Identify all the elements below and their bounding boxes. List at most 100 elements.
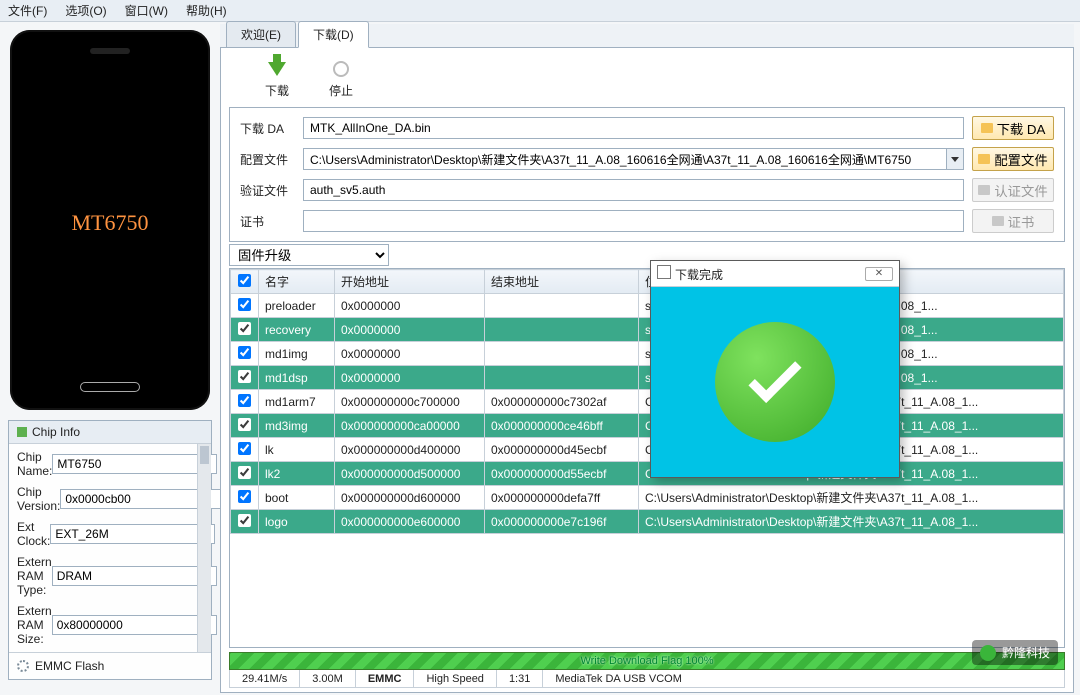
status-panel: Write Download Flag 100% 29.41M/s 3.00M … — [229, 652, 1065, 688]
row-start: 0x0000000 — [335, 294, 485, 318]
row-checkbox[interactable] — [238, 490, 251, 503]
row-start: 0x000000000d400000 — [335, 438, 485, 462]
phone-speaker — [90, 48, 130, 54]
row-start: 0x000000000c700000 — [335, 390, 485, 414]
th-end[interactable]: 结束地址 — [485, 270, 639, 294]
menu-options[interactable]: 选项(O) — [65, 2, 106, 19]
cfg-browse-button[interactable]: 配置文件 — [972, 147, 1054, 171]
cfg-label: 配置文件 — [240, 151, 295, 168]
cert-input[interactable] — [303, 210, 964, 232]
download-button-label: 下载 — [265, 82, 289, 99]
menu-help[interactable]: 帮助(H) — [186, 2, 227, 19]
tab-welcome[interactable]: 欢迎(E) — [226, 21, 296, 47]
table-row[interactable]: recovery 0x0000000 s\Administrator\Deskt… — [231, 318, 1064, 342]
row-end — [485, 294, 639, 318]
status-storage: EMMC — [356, 670, 415, 687]
row-name: md1img — [259, 342, 335, 366]
row-end: 0x000000000defa7ff — [485, 486, 639, 510]
gear-icon — [17, 660, 29, 672]
menubar: 文件(F) 选项(O) 窗口(W) 帮助(H) — [0, 0, 1080, 22]
partition-table: 名字 开始地址 结束地址 位置 preloader 0x0000000 s\Ad… — [229, 268, 1065, 648]
firmware-mode-select[interactable]: 固件升级 — [229, 244, 389, 266]
ram-type-label: Extern RAM Type: — [17, 555, 52, 597]
row-start: 0x0000000 — [335, 342, 485, 366]
folder-icon — [978, 185, 990, 195]
tabs-bar: 欢迎(E) 下载(D) — [220, 24, 1074, 48]
row-checkbox[interactable] — [238, 442, 251, 455]
row-name: md3img — [259, 414, 335, 438]
modal-icon — [657, 265, 671, 279]
ram-type-input[interactable] — [52, 566, 217, 586]
arrow-down-icon — [268, 62, 286, 76]
row-checkbox[interactable] — [238, 322, 251, 335]
row-checkbox[interactable] — [238, 298, 251, 311]
success-check-icon — [715, 322, 835, 442]
chip-name-label: Chip Name: — [17, 450, 52, 478]
close-icon: ✕ — [875, 268, 883, 279]
row-name: lk — [259, 438, 335, 462]
emmc-flash-label: EMMC Flash — [35, 659, 104, 673]
row-end: 0x000000000c7302af — [485, 390, 639, 414]
cfg-dropdown-button[interactable] — [946, 148, 964, 170]
row-checkbox[interactable] — [238, 346, 251, 359]
row-loc: C:\Users\Administrator\Desktop\新建文件夹\A37… — [639, 510, 1064, 534]
menu-file[interactable]: 文件(F) — [8, 2, 47, 19]
ext-clock-label: Ext Clock: — [17, 520, 50, 548]
cfg-input[interactable] — [303, 148, 946, 170]
th-start[interactable]: 开始地址 — [335, 270, 485, 294]
table-row[interactable]: lk 0x000000000d400000 0x000000000d45ecbf… — [231, 438, 1064, 462]
row-end — [485, 366, 639, 390]
table-row[interactable]: preloader 0x0000000 s\Administrator\Desk… — [231, 294, 1064, 318]
status-port: MediaTek DA USB VCOM — [543, 670, 1064, 687]
ext-clock-input[interactable] — [50, 524, 215, 544]
modal-close-button[interactable]: ✕ — [865, 267, 893, 281]
table-row[interactable]: md1arm7 0x000000000c700000 0x000000000c7… — [231, 390, 1064, 414]
download-button[interactable]: 下载 — [265, 58, 289, 99]
status-speed: 29.41M/s — [230, 670, 300, 687]
status-mode: High Speed — [414, 670, 497, 687]
row-checkbox[interactable] — [238, 370, 251, 383]
chip-name-input[interactable] — [52, 454, 217, 474]
tab-download[interactable]: 下载(D) — [298, 21, 369, 48]
row-checkbox[interactable] — [238, 418, 251, 431]
status-size: 3.00M — [300, 670, 356, 687]
ram-size-input[interactable] — [52, 615, 217, 635]
th-name[interactable]: 名字 — [259, 270, 335, 294]
progress-label: Write Download Flag 100% — [230, 653, 1064, 669]
row-checkbox[interactable] — [238, 514, 251, 527]
chip-info-title: Chip Info — [32, 425, 80, 439]
cert-browse-button[interactable]: 证书 — [972, 209, 1054, 233]
row-start: 0x0000000 — [335, 318, 485, 342]
row-start: 0x000000000e600000 — [335, 510, 485, 534]
da-label: 下载 DA — [240, 120, 295, 137]
stop-icon — [333, 61, 349, 77]
table-row[interactable]: md1img 0x0000000 s\Administrator\Desktop… — [231, 342, 1064, 366]
phone-preview: MT6750 — [10, 30, 210, 410]
row-end: 0x000000000ce46bff — [485, 414, 639, 438]
chip-info-scrollbar[interactable] — [197, 444, 211, 652]
menu-window[interactable]: 窗口(W) — [125, 2, 168, 19]
table-row[interactable]: lk2 0x000000000d500000 0x000000000d55ecb… — [231, 462, 1064, 486]
auth-input[interactable] — [303, 179, 964, 201]
stop-button[interactable]: 停止 — [329, 58, 353, 99]
row-checkbox[interactable] — [238, 466, 251, 479]
row-name: preloader — [259, 294, 335, 318]
row-start: 0x000000000ca00000 — [335, 414, 485, 438]
row-end — [485, 318, 639, 342]
table-row[interactable]: boot 0x000000000d600000 0x000000000defa7… — [231, 486, 1064, 510]
table-row[interactable]: md1dsp 0x0000000 s\Administrator\Desktop… — [231, 366, 1064, 390]
row-checkbox[interactable] — [238, 394, 251, 407]
folder-icon — [978, 154, 990, 164]
da-input[interactable] — [303, 117, 964, 139]
auth-label: 验证文件 — [240, 182, 295, 199]
chip-info-panel: Chip Info Chip Name: Chip Version: Ext C… — [8, 420, 212, 680]
da-browse-button[interactable]: 下载 DA — [972, 116, 1054, 140]
row-name: recovery — [259, 318, 335, 342]
table-row[interactable]: logo 0x000000000e600000 0x000000000e7c19… — [231, 510, 1064, 534]
row-name: lk2 — [259, 462, 335, 486]
row-end: 0x000000000d55ecbf — [485, 462, 639, 486]
table-row[interactable]: md3img 0x000000000ca00000 0x000000000ce4… — [231, 414, 1064, 438]
phone-chip-label: MT6750 — [72, 210, 149, 236]
auth-browse-button[interactable]: 认证文件 — [972, 178, 1054, 202]
header-checkbox[interactable] — [238, 274, 251, 287]
